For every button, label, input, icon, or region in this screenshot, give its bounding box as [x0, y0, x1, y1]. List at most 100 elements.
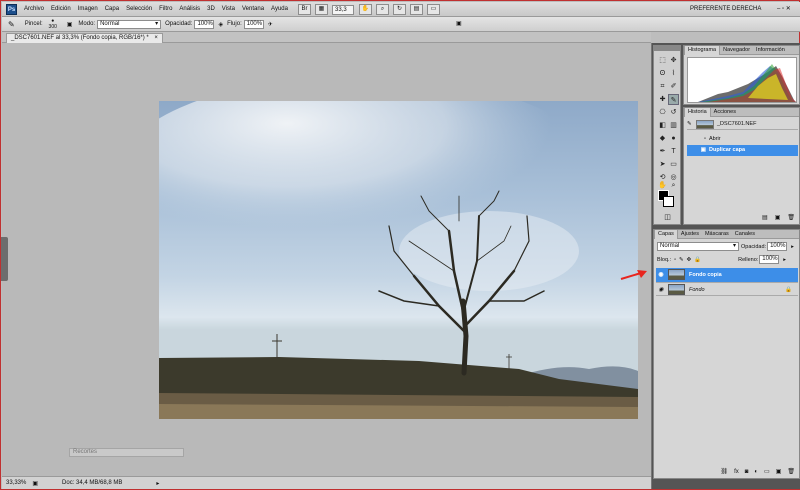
tablet-opacity-icon[interactable]: ◈ — [218, 21, 223, 28]
tablet-size-icon[interactable]: ▣ — [456, 20, 462, 27]
zoom-tool-icon[interactable]: ⌕ — [376, 4, 389, 15]
menu-ventana[interactable]: Ventana — [242, 2, 264, 17]
layer-opacity-field[interactable]: 100% — [767, 242, 788, 251]
history-snapshot[interactable]: ✎ _DSC7601.NEF — [687, 119, 798, 130]
tab-informacion[interactable]: Información — [753, 46, 788, 55]
document-tab[interactable]: _DSC7601.NEF al 33,3% (Fondo copia, RGB/… — [6, 33, 163, 43]
menu-imagen[interactable]: Imagen — [78, 2, 98, 17]
lock-position-icon[interactable]: ✥ — [687, 257, 692, 263]
history-brush-source-icon[interactable]: ✎ — [687, 119, 695, 130]
mode-select[interactable]: Normal ▾ — [97, 19, 162, 29]
path-select-tool-icon[interactable]: ➤ — [657, 159, 668, 170]
tab-navegador[interactable]: Navegador — [720, 46, 753, 55]
menu-vista[interactable]: Vista — [222, 2, 235, 17]
adjustment-layer-icon[interactable]: ◐ — [754, 469, 758, 475]
history-step-abrir[interactable]: ▫ Abrir — [687, 134, 798, 145]
layer-name[interactable]: Fondo copia — [689, 272, 722, 278]
tab-mascaras[interactable]: Máscaras — [702, 230, 732, 239]
new-document-icon[interactable]: ▤ — [762, 214, 768, 221]
marquee-tool-icon[interactable]: ⬚ — [657, 55, 668, 66]
blend-mode-select[interactable]: Normal ▾ — [657, 242, 739, 251]
layer-name[interactable]: Fondo — [689, 287, 705, 293]
healing-brush-tool-icon[interactable]: ✚ — [657, 94, 668, 105]
dodge-tool-icon[interactable]: ● — [668, 133, 679, 144]
menu-archivo[interactable]: Archivo — [24, 2, 44, 17]
quick-mask-icon[interactable]: ◫ — [662, 212, 673, 223]
pen-tool-icon[interactable]: ✒ — [657, 146, 668, 157]
recortes-panel-collapsed[interactable]: Recortes — [69, 448, 184, 457]
zoom-level-field[interactable]: 33,3 — [332, 4, 354, 15]
close-tab-icon[interactable]: × — [154, 35, 158, 41]
bridge-icon[interactable]: Br — [298, 4, 311, 15]
new-layer-icon[interactable]: ▣ — [776, 468, 782, 475]
history-step-duplicar-capa[interactable]: ▣ Duplicar capa — [687, 145, 798, 156]
trash-icon[interactable]: 🗑 — [787, 214, 795, 221]
menu-edicion[interactable]: Edición — [51, 2, 71, 17]
tab-canales[interactable]: Canales — [732, 230, 758, 239]
brush-tool-active-icon[interactable]: ✎ — [668, 94, 679, 105]
new-snapshot-icon[interactable]: ▣ — [775, 214, 781, 221]
move-tool-icon[interactable]: ✥ — [668, 55, 679, 66]
visibility-eye-icon[interactable]: ◉ — [656, 283, 666, 297]
clone-stamp-tool-icon[interactable]: ⎔ — [657, 107, 668, 118]
rotate-view-icon[interactable]: ↻ — [393, 4, 406, 15]
tab-capas[interactable]: Capas — [654, 229, 678, 239]
window-controls[interactable]: – ▫ ✕ — [777, 5, 791, 12]
zoom-tool-panel-icon[interactable]: ⌕ — [668, 180, 679, 191]
zoom-status[interactable]: 33,33% — [6, 480, 26, 486]
menu-3d[interactable]: 3D — [207, 2, 215, 17]
toggle-brush-panel-icon[interactable]: ▣ — [67, 21, 73, 28]
collapsed-panel-handle[interactable] — [1, 237, 8, 281]
airbrush-icon[interactable]: ✈ — [268, 21, 273, 28]
background-color-swatch[interactable] — [663, 196, 674, 207]
brush-tool-icon[interactable]: ✎ — [8, 20, 15, 29]
brush-preset-picker[interactable]: ● 300 — [45, 18, 61, 30]
menu-seleccion[interactable]: Selección — [126, 2, 152, 17]
new-group-icon[interactable]: ▭ — [764, 468, 770, 475]
lock-image-icon[interactable]: ✎ — [679, 257, 684, 263]
status-menu-arrow-icon[interactable]: ▸ — [156, 480, 159, 487]
gradient-tool-icon[interactable]: ▥ — [668, 120, 679, 131]
photoshop-logo-icon[interactable]: Ps — [6, 4, 17, 15]
tab-historia[interactable]: Historia — [684, 107, 711, 117]
menu-analisis[interactable]: Análisis — [179, 2, 200, 17]
eraser-tool-icon[interactable]: ◧ — [657, 120, 668, 131]
guides-icon[interactable]: ▦ — [315, 4, 328, 15]
lasso-tool-icon[interactable]: ʘ — [657, 68, 668, 79]
tools-panel-grip[interactable] — [654, 46, 680, 51]
arrange-documents-icon[interactable]: ▤ — [410, 4, 423, 15]
opacity-field[interactable]: 100% — [194, 19, 215, 29]
fill-field[interactable]: 100% — [759, 255, 780, 264]
eyedropper-tool-icon[interactable]: ✐ — [668, 81, 679, 92]
document-image[interactable] — [159, 101, 638, 419]
link-layers-icon[interactable]: ⛓ — [720, 468, 728, 475]
trash-icon[interactable]: 🗑 — [787, 468, 795, 475]
screen-mode-icon[interactable]: ▭ — [427, 4, 440, 15]
lock-transparency-icon[interactable]: ▫ — [674, 257, 676, 263]
history-brush-tool-icon[interactable]: ↺ — [668, 107, 679, 118]
add-mask-icon[interactable]: ◙ — [745, 469, 749, 475]
menu-ayuda[interactable]: Ayuda — [271, 2, 288, 17]
layer-row-fondo[interactable]: ◉ Fondo 🔒 — [656, 282, 798, 296]
type-tool-icon[interactable]: T — [668, 146, 679, 157]
chevron-right-icon[interactable]: ▸ — [791, 244, 794, 250]
workspace-switcher[interactable]: PREFERENTE DERECHA — [690, 3, 782, 16]
flow-field[interactable]: 100% — [243, 19, 264, 29]
blur-tool-icon[interactable]: ◆ — [657, 133, 668, 144]
menu-filtro[interactable]: Filtro — [159, 2, 172, 17]
tab-histograma[interactable]: Histograma — [684, 45, 721, 55]
hand-tool-icon[interactable]: ✋ — [359, 4, 372, 15]
layer-style-icon[interactable]: fx — [734, 469, 739, 475]
menu-capa[interactable]: Capa — [105, 2, 119, 17]
shape-tool-icon[interactable]: ▭ — [668, 159, 679, 170]
zoom-status-icon[interactable]: ▣ — [32, 480, 38, 487]
lock-all-icon[interactable]: 🔒 — [694, 257, 701, 263]
canvas-area[interactable]: Recortes — [2, 43, 651, 476]
chevron-right-icon[interactable]: ▸ — [783, 257, 786, 263]
tab-acciones[interactable]: Acciones — [711, 108, 739, 117]
layer-row-fondo-copia[interactable]: ◉ Fondo copia — [656, 268, 798, 282]
crop-tool-icon[interactable]: ⌗ — [657, 81, 668, 92]
tab-ajustes[interactable]: Ajustes — [678, 230, 702, 239]
visibility-eye-icon[interactable]: ◉ — [656, 268, 666, 282]
quick-select-tool-icon[interactable]: ⌇ — [668, 68, 679, 79]
